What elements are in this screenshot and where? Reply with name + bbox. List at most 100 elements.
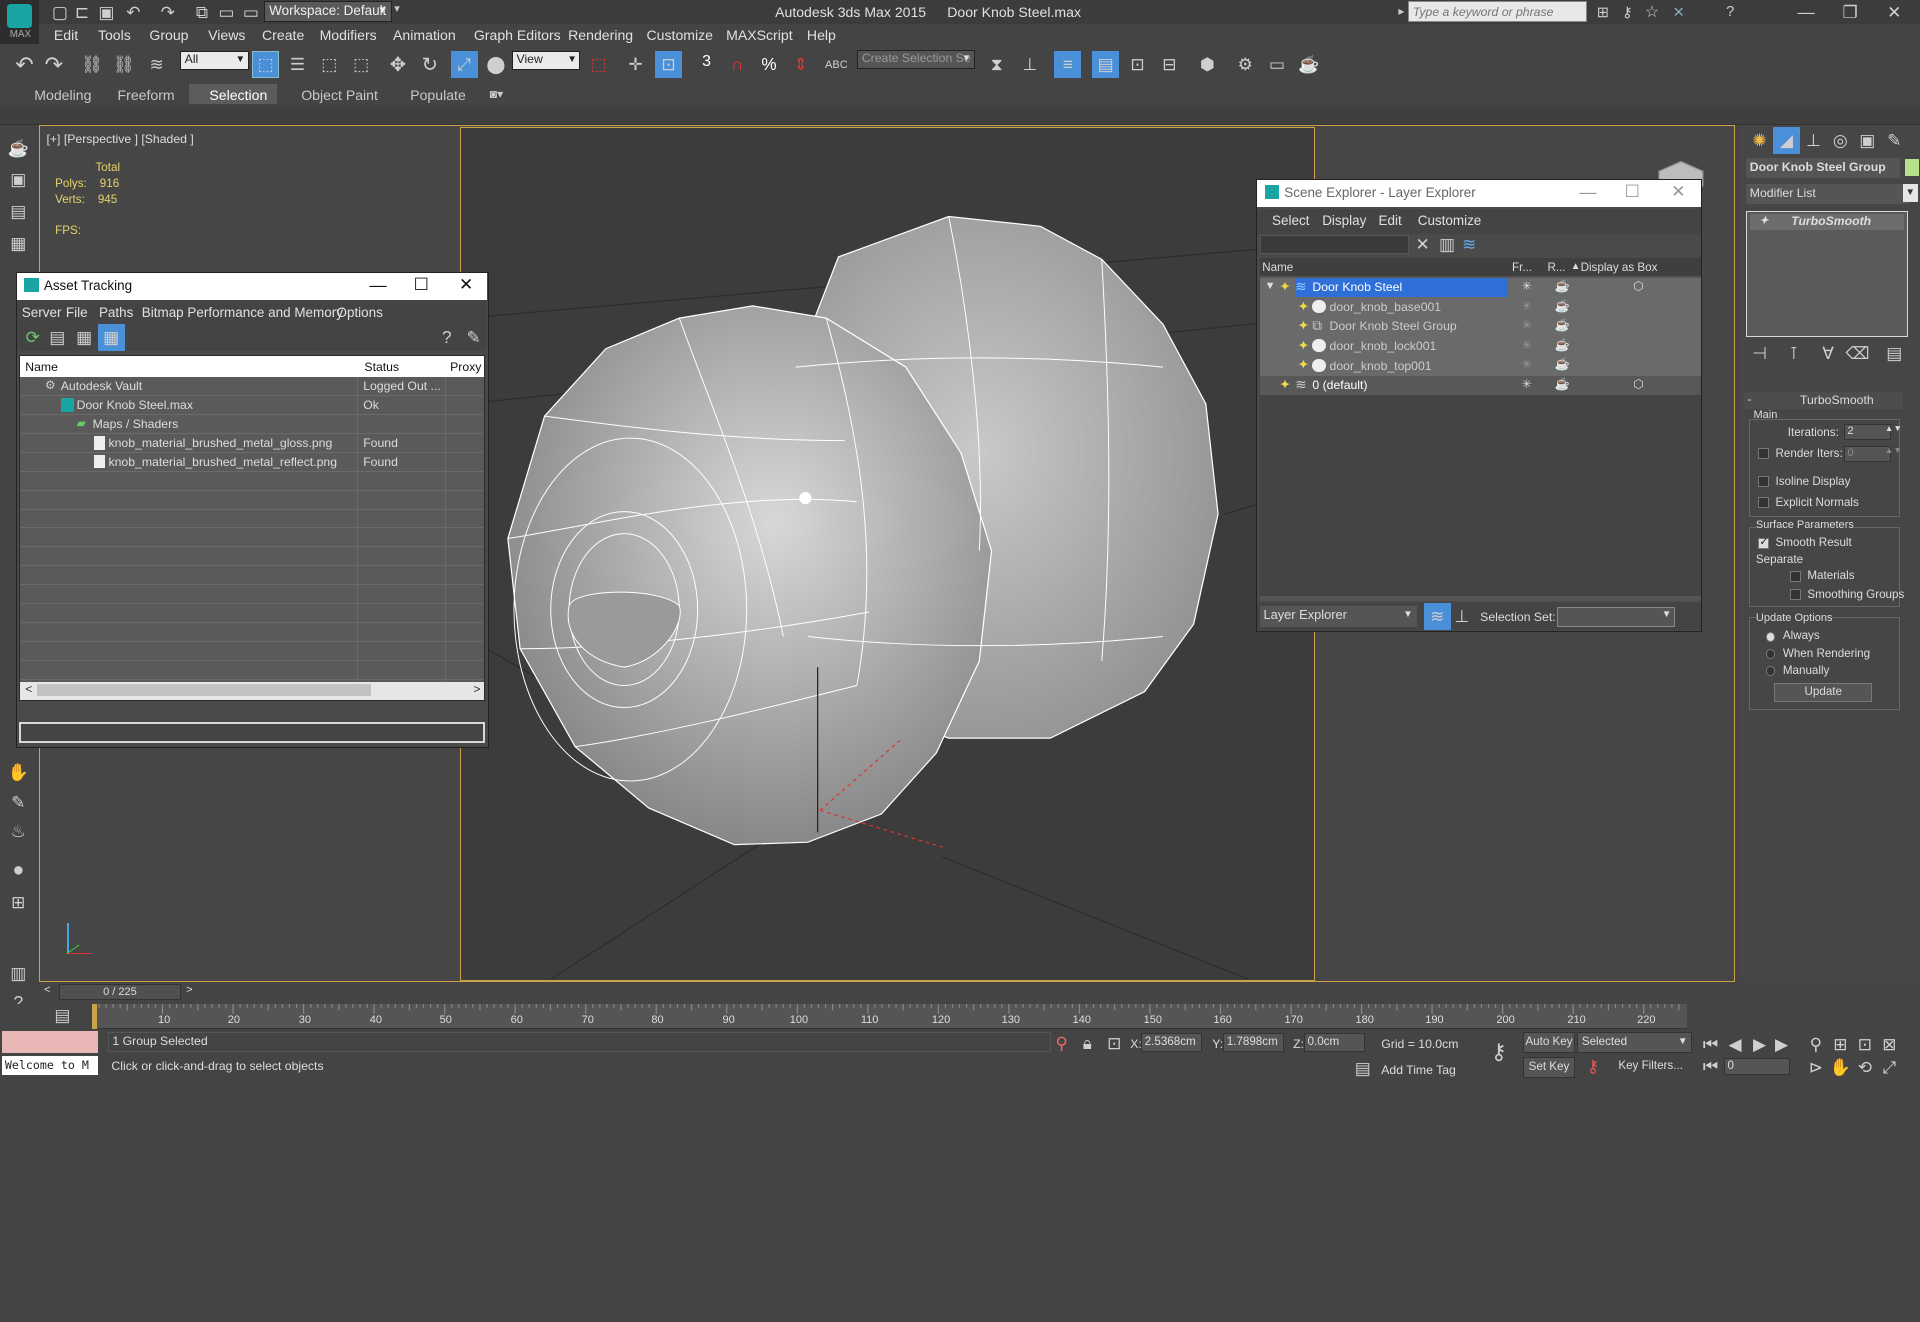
freeze-icon[interactable]: ✳: [1522, 318, 1532, 332]
lightbulb-icon[interactable]: ✦: [1298, 357, 1309, 373]
tree-row[interactable]: ✦ door_knob_top001 ✳ ☕: [1259, 356, 1701, 376]
selection-filter-dropdown[interactable]: All ▼: [180, 51, 249, 70]
col-name-header[interactable]: Name: [1262, 261, 1293, 274]
table-row[interactable]: ▰ Maps / Shaders: [20, 415, 484, 434]
highlight-icon[interactable]: ✎: [460, 324, 487, 351]
object-name-field[interactable]: Door Knob Steel Group: [1746, 157, 1901, 178]
star-icon[interactable]: ☆: [1638, 0, 1665, 26]
table-view-icon[interactable]: ▦: [97, 324, 125, 352]
x-coord-field[interactable]: 2.5368cm: [1141, 1033, 1203, 1052]
keyboard-shortcut-icon[interactable]: ⊡: [655, 51, 683, 79]
maxscript-mini-input[interactable]: Welcome to M: [2, 1055, 98, 1076]
at-menu-options[interactable]: Options: [337, 302, 383, 324]
time-config-icon[interactable]: ⏮: [1697, 1053, 1724, 1080]
auto-key-button[interactable]: Auto Key: [1523, 1032, 1575, 1054]
schematic-view-icon[interactable]: ⊟: [1156, 51, 1183, 78]
customize-qat-icon[interactable]: ▾: [394, 2, 400, 15]
orbit-icon[interactable]: ⟲: [1851, 1054, 1878, 1080]
search-input[interactable]: [1408, 1, 1587, 23]
tree-row[interactable]: ✦ door_knob_base001 ✳ ☕: [1259, 297, 1701, 317]
freeze-icon[interactable]: ✳: [1522, 299, 1532, 313]
freeze-icon[interactable]: ✳: [1522, 279, 1532, 293]
tab-freeform[interactable]: Freeform: [118, 84, 175, 106]
table-row[interactable]: ⚙ Autodesk Vault Logged Out ...: [20, 377, 484, 396]
box-icon[interactable]: ⬡: [1633, 279, 1644, 293]
help-icon[interactable]: ?: [1717, 0, 1744, 26]
track-ruler[interactable]: 10 20 30 40 50 60 70 80 90 100 110 120 1…: [91, 1004, 1688, 1029]
tree-row[interactable]: ✦ door_knob_lock001 ✳ ☕: [1259, 336, 1701, 357]
layer-add-selected-icon[interactable]: ≋: [1456, 231, 1483, 258]
scale-icon[interactable]: ⤢: [450, 51, 478, 79]
place-icon[interactable]: ⬤: [482, 51, 509, 78]
app-logo[interactable]: MAX: [0, 0, 40, 45]
maximize-icon[interactable]: ☐: [1625, 181, 1640, 202]
hold-icon[interactable]: ⧉: [189, 0, 216, 26]
materials-checkbox[interactable]: [1790, 570, 1802, 582]
snap-toggle-icon[interactable]: 3: [693, 49, 720, 76]
radio-always[interactable]: [1765, 631, 1776, 642]
layers-icon[interactable]: ▦: [5, 230, 32, 257]
scene-explorer-icon[interactable]: ▤: [1092, 51, 1120, 79]
motion-tab-icon[interactable]: ◎: [1827, 127, 1854, 154]
smooth-result-checkbox[interactable]: ✓: [1758, 536, 1770, 549]
sphere-icon[interactable]: ●: [5, 857, 32, 884]
close-icon[interactable]: ✕: [1671, 181, 1685, 202]
brush-icon[interactable]: ✋: [5, 759, 32, 786]
hierarchy-tab-icon[interactable]: ⊥: [1800, 127, 1827, 154]
unlink-icon[interactable]: ⛓: [110, 51, 137, 78]
isolate-icon[interactable]: ⚲: [1048, 1030, 1075, 1057]
image-icon[interactable]: ▣: [5, 167, 32, 194]
spinner-arrows-icon[interactable]: ▲▼: [1885, 423, 1902, 433]
configure-sets-icon[interactable]: ▤: [1881, 340, 1908, 367]
thumbnail-view-icon[interactable]: ▦: [71, 324, 98, 351]
fetch-icon[interactable]: ▭: [213, 0, 240, 26]
render-teapot-icon[interactable]: ☕: [1555, 318, 1570, 332]
layer-explorer-icon[interactable]: ≡: [1054, 51, 1082, 79]
minimize-icon[interactable]: —: [370, 275, 387, 296]
table-row[interactable]: knob_material_brushed_metal_gloss.png Fo…: [20, 434, 484, 453]
z-coord-field[interactable]: 0.0cm: [1304, 1033, 1366, 1052]
pin-stack-icon[interactable]: ⊣: [1746, 340, 1773, 367]
tree-row[interactable]: ✦ ≋ 0 (default) ✳ ☕ ⬡: [1259, 375, 1701, 396]
rotate-icon[interactable]: ↻: [416, 51, 443, 78]
redo-scene-icon[interactable]: ↷: [40, 51, 67, 78]
undo-scene-icon[interactable]: ↶: [11, 51, 38, 78]
menu-animation[interactable]: Animation: [393, 24, 456, 46]
lightbulb-icon[interactable]: ✦: [1298, 338, 1309, 354]
clear-search-icon[interactable]: ✕: [1409, 231, 1436, 258]
project-folder-icon[interactable]: ▭: [238, 0, 265, 26]
absolute-mode-icon[interactable]: ⊡: [1101, 1030, 1128, 1057]
show-end-result-icon[interactable]: ⊺: [1780, 340, 1807, 367]
curve-editor-icon[interactable]: ⊡: [1124, 51, 1151, 78]
workspace-dropdown[interactable]: Workspace: Default ▼: [264, 1, 392, 23]
expand-icon[interactable]: ▼: [1265, 280, 1276, 292]
ref-coord-dropdown[interactable]: View ▼: [511, 51, 581, 70]
set-key-button[interactable]: Set Key: [1523, 1056, 1575, 1078]
scroll-right-icon[interactable]: >: [473, 682, 480, 696]
pivot-center-icon[interactable]: ⬚: [585, 51, 612, 78]
document-icon[interactable]: ▤: [5, 198, 32, 225]
rollout-header[interactable]: - TurboSmooth: [1743, 391, 1903, 409]
edit-named-selection-icon[interactable]: ABC: [823, 51, 850, 78]
add-time-tag-label[interactable]: Add Time Tag: [1381, 1063, 1456, 1077]
list-view-icon[interactable]: ▤: [44, 324, 71, 351]
align-icon[interactable]: ⊥: [1016, 51, 1043, 78]
tab-selection[interactable]: Selection: [209, 84, 267, 106]
create-tab-icon[interactable]: ✺: [1746, 127, 1773, 154]
menu-edit[interactable]: Edit: [54, 24, 78, 46]
frame-field[interactable]: 0: [1724, 1057, 1791, 1076]
time-slider[interactable]: < 0 / 225 >: [39, 983, 1736, 1002]
smoothing-groups-checkbox[interactable]: [1790, 588, 1802, 600]
freeze-icon[interactable]: ✳: [1522, 377, 1532, 391]
refresh-icon[interactable]: ⟳: [19, 324, 46, 351]
update-button[interactable]: Update: [1774, 683, 1873, 702]
menu-group[interactable]: Group: [149, 24, 188, 46]
asset-path-field[interactable]: [19, 722, 485, 744]
explorer-type-dropdown[interactable]: Layer Explorer ▼: [1259, 605, 1417, 627]
menu-modifiers[interactable]: Modifiers: [320, 24, 377, 46]
pan-icon[interactable]: ✋: [1827, 1054, 1854, 1080]
iterations-spinner[interactable]: 2 ▲▼: [1844, 423, 1902, 440]
tab-populate[interactable]: Populate: [410, 84, 466, 106]
track-bar[interactable]: ▤ 10 20 30 40 50 60 70 80 90 100 110 120…: [0, 1004, 1920, 1029]
menu-create[interactable]: Create: [262, 24, 304, 46]
